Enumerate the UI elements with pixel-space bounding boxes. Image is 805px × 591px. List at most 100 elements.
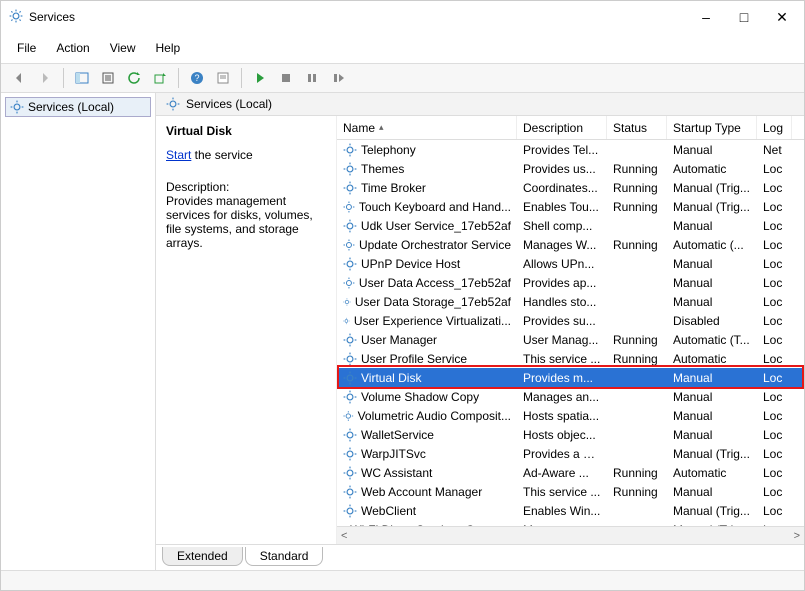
cell-description: Allows UPn... bbox=[517, 257, 607, 271]
table-row[interactable]: Volume Shadow CopyManages an...ManualLoc bbox=[337, 387, 804, 406]
cell-startup: Manual bbox=[667, 428, 757, 442]
cell-description: Coordinates... bbox=[517, 181, 607, 195]
table-row[interactable]: Virtual DiskProvides m...ManualLoc bbox=[337, 368, 804, 387]
show-hide-console-tree-button[interactable] bbox=[70, 66, 94, 90]
table-row[interactable]: User Data Access_17eb52afProvides ap...M… bbox=[337, 273, 804, 292]
table-row[interactable]: User Profile ServiceThis service ...Runn… bbox=[337, 349, 804, 368]
table-row[interactable]: UPnP Device HostAllows UPn... ManualLoc bbox=[337, 254, 804, 273]
cell-name: WebClient bbox=[337, 504, 517, 518]
restart-service-button[interactable] bbox=[326, 66, 350, 90]
help-button[interactable]: ? bbox=[185, 66, 209, 90]
table-row[interactable]: WarpJITSvcProvides a JI...Manual (Trig..… bbox=[337, 444, 804, 463]
pause-service-button[interactable] bbox=[300, 66, 324, 90]
table-row[interactable]: Wi-Fi Direct Services Conne...Manages co… bbox=[337, 520, 804, 526]
column-name[interactable]: Name▴ bbox=[337, 116, 517, 139]
tree-root-label: Services (Local) bbox=[28, 100, 114, 114]
console-tree: Services (Local) bbox=[1, 93, 156, 570]
cell-logon: Loc bbox=[757, 390, 792, 404]
back-button[interactable] bbox=[7, 66, 31, 90]
tab-standard[interactable]: Standard bbox=[245, 547, 324, 566]
app-icon bbox=[9, 9, 23, 26]
table-row[interactable]: ThemesProvides us...RunningAutomaticLoc bbox=[337, 159, 804, 178]
cell-description: Manages an... bbox=[517, 390, 607, 404]
forward-button[interactable] bbox=[33, 66, 57, 90]
gear-icon bbox=[343, 466, 357, 480]
menu-action[interactable]: Action bbox=[46, 37, 99, 59]
column-description[interactable]: Description bbox=[517, 116, 607, 139]
cell-startup: Manual (Trig... bbox=[667, 447, 757, 461]
menu-help[interactable]: Help bbox=[146, 37, 191, 59]
gear-icon bbox=[343, 295, 351, 309]
start-service-button[interactable] bbox=[248, 66, 272, 90]
properties-button[interactable] bbox=[96, 66, 120, 90]
stop-service-button[interactable] bbox=[274, 66, 298, 90]
scroll-left-icon[interactable]: < bbox=[341, 530, 347, 542]
cell-name-text: WarpJITSvc bbox=[361, 447, 426, 461]
cell-name-text: Udk User Service_17eb52af bbox=[361, 219, 511, 233]
cell-status: Running bbox=[607, 162, 667, 176]
sort-caret-icon: ▴ bbox=[379, 122, 384, 133]
cell-name-text: Wi-Fi Direct Services Conne... bbox=[350, 523, 511, 527]
tree-services-local[interactable]: Services (Local) bbox=[5, 97, 151, 117]
cell-description: Provides su... bbox=[517, 314, 607, 328]
start-service-link[interactable]: Start bbox=[166, 148, 191, 162]
cell-description: User Manag... bbox=[517, 333, 607, 347]
cell-logon: Loc bbox=[757, 295, 792, 309]
window-title: Services bbox=[29, 10, 696, 24]
menu-view[interactable]: View bbox=[100, 37, 146, 59]
table-row[interactable]: Udk User Service_17eb52af Shell comp... Ma… bbox=[337, 216, 804, 235]
cell-name: WarpJITSvc bbox=[337, 447, 517, 461]
table-row[interactable]: WebClientEnables Win...Manual (Trig...Lo… bbox=[337, 501, 804, 520]
cell-status: Running bbox=[607, 333, 667, 347]
cell-status: Running bbox=[607, 485, 667, 499]
cell-description: Manages W... bbox=[517, 238, 607, 252]
cell-startup: Automatic bbox=[667, 352, 757, 366]
column-startup[interactable]: Startup Type bbox=[667, 116, 757, 139]
gear-icon bbox=[343, 409, 354, 423]
cell-logon: Loc bbox=[757, 257, 792, 271]
table-row[interactable]: Update Orchestrator ServiceManages W...R… bbox=[337, 235, 804, 254]
cell-name-text: WebClient bbox=[361, 504, 416, 518]
cell-name: UPnP Device Host bbox=[337, 257, 517, 271]
cell-description: Shell comp... bbox=[517, 219, 607, 233]
cell-startup: Manual bbox=[667, 390, 757, 404]
maximize-button[interactable]: □ bbox=[734, 9, 754, 26]
cell-name-text: WalletService bbox=[361, 428, 434, 442]
scroll-right-icon[interactable]: > bbox=[794, 530, 800, 542]
column-status[interactable]: Status bbox=[607, 116, 667, 139]
services-rows: TelephonyProvides Tel...ManualNetThemesP… bbox=[337, 140, 804, 526]
horizontal-scrollbar[interactable]: < > bbox=[337, 526, 804, 544]
cell-startup: Manual (Trig... bbox=[667, 523, 757, 527]
menu-file[interactable]: File bbox=[7, 37, 46, 59]
table-row[interactable]: TelephonyProvides Tel...ManualNet bbox=[337, 140, 804, 159]
table-row[interactable]: Time BrokerCoordinates...RunningManual (… bbox=[337, 178, 804, 197]
close-button[interactable]: ✕ bbox=[772, 9, 792, 26]
cell-name-text: User Profile Service bbox=[361, 352, 467, 366]
table-row[interactable]: User Data Storage_17eb52afHandles sto...… bbox=[337, 292, 804, 311]
cell-logon: Loc bbox=[757, 238, 792, 252]
cell-startup: Manual bbox=[667, 257, 757, 271]
cell-startup: Manual bbox=[667, 295, 757, 309]
description-label: Description: bbox=[166, 180, 326, 194]
export-list-button[interactable] bbox=[148, 66, 172, 90]
cell-logon: Loc bbox=[757, 352, 792, 366]
cell-name-text: Telephony bbox=[361, 143, 416, 157]
table-row[interactable]: User Experience Virtualizati...Provides … bbox=[337, 311, 804, 330]
table-row[interactable]: Volumetric Audio Composit...Hosts spatia… bbox=[337, 406, 804, 425]
table-row[interactable]: WC AssistantAd-Aware ...RunningAutomatic… bbox=[337, 463, 804, 482]
table-row[interactable]: WalletServiceHosts objec...ManualLoc bbox=[337, 425, 804, 444]
cell-name: WC Assistant bbox=[337, 466, 517, 480]
minimize-button[interactable]: – bbox=[696, 9, 716, 26]
gear-icon bbox=[343, 371, 357, 385]
tab-extended[interactable]: Extended bbox=[162, 547, 243, 566]
table-row[interactable]: Web Account ManagerThis service ...Runni… bbox=[337, 482, 804, 501]
column-logon[interactable]: Log bbox=[757, 116, 792, 139]
bottom-tabs: Extended Standard bbox=[156, 544, 804, 570]
cell-description: Provides m... bbox=[517, 371, 607, 385]
refresh-button[interactable] bbox=[122, 66, 146, 90]
table-row[interactable]: User ManagerUser Manag...RunningAutomati… bbox=[337, 330, 804, 349]
properties-icon-button[interactable] bbox=[211, 66, 235, 90]
cell-name-text: Touch Keyboard and Hand... bbox=[359, 200, 511, 214]
cell-startup: Manual bbox=[667, 219, 757, 233]
table-row[interactable]: Touch Keyboard and Hand...Enables Tou...… bbox=[337, 197, 804, 216]
